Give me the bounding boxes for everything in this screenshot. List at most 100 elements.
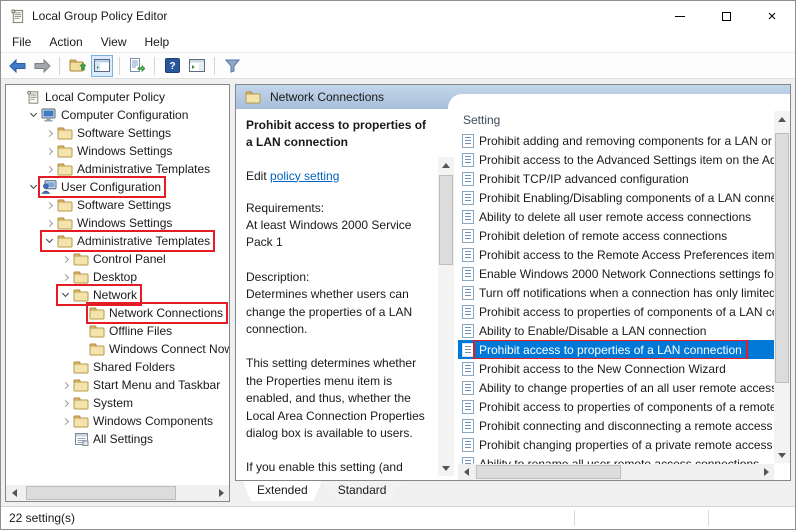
scroll-left-icon — [463, 468, 469, 476]
setting-item[interactable]: Ability to change properties of an all u… — [458, 378, 774, 397]
policy-setting-link[interactable]: policy setting — [270, 169, 339, 183]
help-button[interactable]: ? — [161, 55, 183, 77]
setting-item[interactable]: Prohibit access to the Remote Access Pre… — [458, 245, 774, 264]
scrollbar-thumb[interactable] — [26, 486, 176, 500]
tree-item-windows-settings[interactable]: Windows Settings — [6, 142, 229, 160]
policy-document-icon — [462, 266, 474, 281]
setting-item[interactable]: Prohibit access to properties of a LAN c… — [458, 340, 774, 359]
chevron-collapsed-icon[interactable] — [58, 273, 72, 281]
setting-item[interactable]: Prohibit deletion of remote access conne… — [458, 226, 774, 245]
setting-item[interactable]: Prohibit connecting and disconnecting a … — [458, 416, 774, 435]
setting-item[interactable]: Ability to Enable/Disable a LAN connecti… — [458, 321, 774, 340]
tree-item-system[interactable]: System — [6, 394, 229, 412]
description-vertical-scrollbar[interactable] — [438, 157, 454, 476]
tree-item-all-settings[interactable]: All Settings — [6, 430, 229, 448]
tree-item-network-connections[interactable]: Network Connections — [6, 302, 229, 324]
back-button[interactable] — [6, 55, 28, 77]
tree-item-shared-folders[interactable]: Shared Folders — [6, 358, 229, 376]
scroll-left-button[interactable] — [6, 485, 22, 501]
tree-item-user-configuration[interactable]: User Configuration — [6, 176, 229, 198]
chevron-collapsed-icon[interactable] — [58, 399, 72, 407]
tree-item-local-computer-policy[interactable]: Local Computer Policy — [6, 88, 229, 106]
list-vertical-scrollbar[interactable] — [774, 111, 790, 463]
show-console-tree-button[interactable] — [91, 54, 113, 77]
scrollbar-track[interactable] — [774, 127, 790, 447]
setting-item[interactable]: Prohibit access to the New Connection Wi… — [458, 359, 774, 378]
tree-item-software-settings[interactable]: Software Settings — [6, 196, 229, 214]
filter-button[interactable] — [221, 55, 243, 77]
chevron-collapsed-icon[interactable] — [42, 219, 56, 227]
setting-item[interactable]: Enable Windows 2000 Network Connections … — [458, 264, 774, 283]
setting-item[interactable]: Prohibit access to properties of compone… — [458, 397, 774, 416]
menu-view[interactable]: View — [92, 33, 136, 51]
chevron-collapsed-icon[interactable] — [42, 165, 56, 173]
tree-item-administrative-templates[interactable]: Administrative Templates — [6, 160, 229, 178]
setting-item[interactable]: Ability to rename all user remote access… — [458, 454, 774, 464]
tree-item-control-panel[interactable]: Control Panel — [6, 250, 229, 268]
scroll-down-button[interactable] — [774, 447, 790, 463]
scroll-right-button[interactable] — [758, 464, 774, 480]
minimize-button[interactable] — [657, 1, 703, 31]
tree-item-windows-connect-now[interactable]: Windows Connect Now — [6, 340, 229, 358]
close-button[interactable]: × — [749, 1, 795, 31]
menu-help[interactable]: Help — [136, 33, 179, 51]
setting-item[interactable]: Turn off notifications when a connection… — [458, 283, 774, 302]
setting-item[interactable]: Prohibit Enabling/Disabling components o… — [458, 188, 774, 207]
setting-item[interactable]: Ability to delete all user remote access… — [458, 207, 774, 226]
tree-item-administrative-templates[interactable]: Administrative Templates — [6, 230, 229, 252]
chevron-collapsed-icon[interactable] — [42, 201, 56, 209]
minimize-icon — [675, 15, 685, 17]
scrollbar-track[interactable] — [474, 464, 758, 480]
chevron-collapsed-icon[interactable] — [42, 147, 56, 155]
tree-item-software-settings[interactable]: Software Settings — [6, 124, 229, 142]
export-list-button[interactable] — [126, 55, 148, 77]
scrollbar-thumb[interactable] — [476, 465, 621, 479]
chevron-expanded-icon[interactable] — [58, 289, 72, 298]
tab-extended[interactable]: Extended — [243, 481, 322, 501]
tree-item-windows-settings[interactable]: Windows Settings — [6, 214, 229, 232]
tree-item-computer-configuration[interactable]: Computer Configuration — [6, 106, 229, 124]
setting-item[interactable]: Prohibit TCP/IP advanced configuration — [458, 169, 774, 188]
chevron-collapsed-icon[interactable] — [58, 381, 72, 389]
description-paragraph: If you enable this setting (and enable t… — [246, 460, 403, 480]
tree-item-network[interactable]: Network — [6, 284, 229, 306]
chevron-collapsed-icon[interactable] — [58, 255, 72, 263]
tree-item-offline-files[interactable]: Offline Files — [6, 322, 229, 340]
setting-item[interactable]: Prohibit access to properties of compone… — [458, 302, 774, 321]
setting-column-header[interactable]: Setting — [458, 109, 790, 131]
chevron-expanded-icon[interactable] — [26, 181, 40, 190]
menu-file[interactable]: File — [3, 33, 40, 51]
show-action-pane-button[interactable] — [186, 55, 208, 77]
scroll-right-button[interactable] — [213, 485, 229, 501]
toolbar: ? — [1, 52, 795, 79]
setting-item[interactable]: Prohibit changing properties of a privat… — [458, 435, 774, 454]
scrollbar-thumb[interactable] — [775, 133, 789, 383]
scroll-up-button[interactable] — [438, 157, 454, 173]
tab-standard[interactable]: Standard — [324, 481, 401, 500]
tree-horizontal-scrollbar[interactable] — [6, 485, 229, 501]
tree-item-start-menu-and-taskbar[interactable]: Start Menu and Taskbar — [6, 376, 229, 394]
scrollbar-thumb[interactable] — [439, 175, 453, 265]
tree-item-windows-components[interactable]: Windows Components — [6, 412, 229, 430]
setting-item-label: Turn off notifications when a connection… — [479, 285, 774, 300]
chevron-expanded-icon[interactable] — [26, 109, 40, 118]
forward-button[interactable] — [31, 55, 53, 77]
list-horizontal-scrollbar[interactable] — [458, 464, 774, 480]
chevron-collapsed-icon[interactable] — [42, 129, 56, 137]
setting-item[interactable]: Prohibit adding and removing components … — [458, 131, 774, 150]
tree-item-label: Offline Files — [109, 324, 173, 338]
scrollbar-track[interactable] — [438, 173, 454, 460]
scroll-left-button[interactable] — [458, 464, 474, 480]
tree-item-label: Software Settings — [77, 198, 172, 212]
chevron-expanded-icon[interactable] — [42, 235, 56, 244]
setting-item[interactable]: Prohibit access to the Advanced Settings… — [458, 150, 774, 169]
menu-action[interactable]: Action — [40, 33, 91, 51]
tree-item-desktop[interactable]: Desktop — [6, 268, 229, 286]
up-one-level-button[interactable] — [66, 55, 88, 77]
window-title: Local Group Policy Editor — [32, 9, 168, 23]
scrollbar-track[interactable] — [22, 485, 213, 501]
scroll-down-button[interactable] — [438, 460, 454, 476]
scroll-up-button[interactable] — [774, 111, 790, 127]
maximize-button[interactable] — [703, 1, 749, 31]
chevron-collapsed-icon[interactable] — [58, 417, 72, 425]
